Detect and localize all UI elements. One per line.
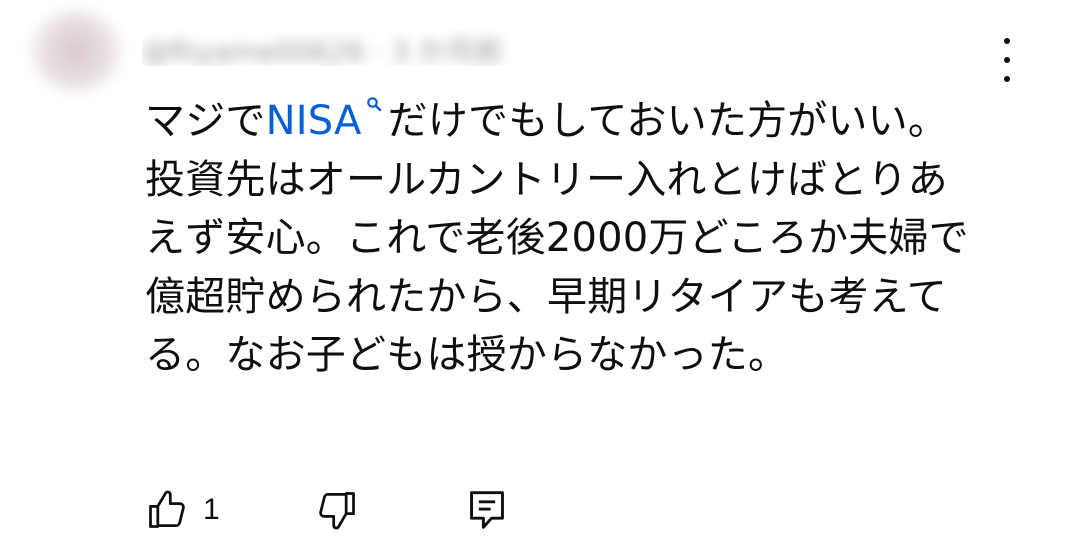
reply-comment-icon — [470, 491, 504, 529]
comment-line-4: 億超貯められたから、早期リタイアも考えて — [145, 273, 947, 320]
search-icon — [366, 97, 381, 112]
search-link-text: NISA — [265, 98, 362, 144]
like-count: 1 — [203, 493, 220, 526]
comment-text-suffix: だけでもしておいた方がいい。 — [387, 98, 949, 144]
comment-line-5: る。なお子どもは授からなかった。 — [145, 332, 789, 378]
kebab-menu-icon[interactable] — [996, 38, 1018, 82]
comment-author[interactable]: @Riyame00626 · 3 か月前 — [142, 30, 572, 66]
comment-line-2: 投資先はオールカントリー入れとけばとりあ — [145, 156, 948, 203]
dislike-button[interactable] — [315, 486, 359, 534]
comment-body: マジでNISA だけでもしておいた方がいい。 投資先はオールカントリー入れとけばと… — [145, 92, 1005, 385]
avatar[interactable] — [30, 10, 122, 92]
thumbs-down-icon — [319, 492, 355, 530]
thumbs-up-icon — [149, 490, 185, 528]
comment-line-3: えず安心。これで老後2000万どころか夫婦で — [145, 215, 969, 261]
comment-line-1: マジでNISA だけでもしておいた方がいい。 — [145, 92, 1005, 151]
comment-text-prefix: マジで — [145, 98, 266, 144]
like-button[interactable]: 1 — [145, 486, 220, 534]
comment-author-text: @Riyame00626 · 3 か月前 — [142, 35, 502, 66]
comment-action-bar: 1 — [145, 486, 565, 534]
reply-button[interactable] — [467, 486, 507, 534]
search-link-nisa[interactable]: NISA — [265, 97, 388, 144]
